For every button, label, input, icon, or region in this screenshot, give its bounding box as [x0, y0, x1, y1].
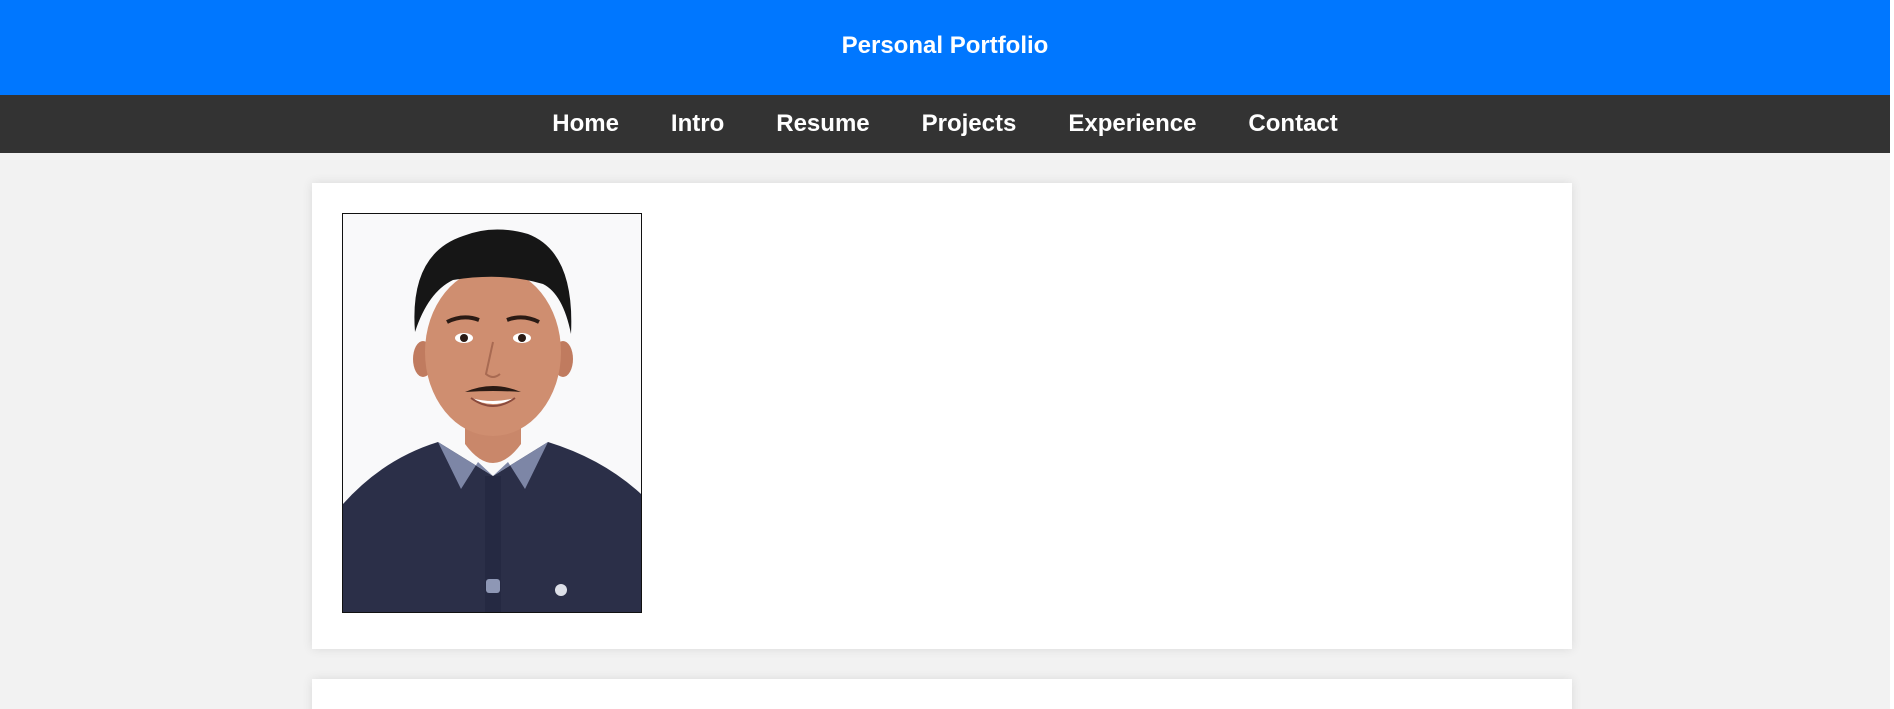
site-header: Personal Portfolio	[0, 0, 1890, 95]
nav-link-experience[interactable]: Experience	[1068, 110, 1196, 138]
nav-link-intro[interactable]: Intro	[671, 110, 724, 138]
nav-link-contact[interactable]: Contact	[1248, 110, 1337, 138]
site-title: Personal Portfolio	[841, 31, 1049, 59]
nav-link-resume[interactable]: Resume	[776, 110, 869, 138]
main-nav: Home Intro Resume Projects Experience Co…	[0, 95, 1890, 153]
profile-card	[312, 183, 1572, 649]
next-section-card	[312, 679, 1572, 709]
nav-link-home[interactable]: Home	[552, 110, 619, 138]
profile-photo	[342, 213, 642, 613]
profile-photo-illustration	[343, 214, 641, 612]
page: Personal Portfolio Home Intro Resume Pro…	[0, 0, 1894, 709]
nav-link-projects[interactable]: Projects	[922, 110, 1017, 138]
scrollbar-track[interactable]	[1890, 0, 1894, 709]
